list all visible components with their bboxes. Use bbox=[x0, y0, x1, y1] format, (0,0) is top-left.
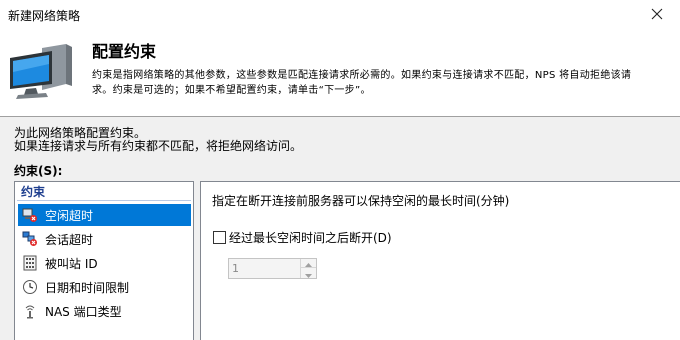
title-bar: 新建网络策略 bbox=[0, 0, 680, 30]
constraint-detail-panel: 指定在断开连接前服务器可以保持空闲的最长时间(分钟) 经过最长空闲时间之后断开(… bbox=[200, 181, 680, 340]
constraints-group-header: 约束 bbox=[17, 183, 191, 201]
idle-minutes-spinner[interactable]: 1 bbox=[228, 258, 317, 279]
session-timeout-icon bbox=[22, 231, 38, 247]
idle-timeout-icon bbox=[22, 207, 38, 223]
close-icon bbox=[651, 8, 663, 23]
spinner-down-button[interactable] bbox=[301, 269, 316, 278]
spinner-value[interactable]: 1 bbox=[232, 262, 239, 275]
chevron-down-icon bbox=[305, 267, 312, 281]
disconnect-after-idle-checkbox[interactable]: 经过最长空闲时间之后断开(D) bbox=[213, 229, 392, 246]
constraint-item-nas-port-type[interactable]: NAS 端口类型 bbox=[18, 300, 191, 322]
spinner-buttons bbox=[300, 259, 316, 278]
page-title: 配置约束 bbox=[92, 42, 157, 61]
constraint-item-called-station-id[interactable]: 被叫站 ID bbox=[18, 252, 191, 274]
constraint-item-date-time-restrictions[interactable]: 日期和时间限制 bbox=[18, 276, 191, 298]
clock-icon bbox=[22, 279, 38, 295]
constraint-item-label: 被叫站 ID bbox=[45, 256, 98, 271]
constraint-item-label: NAS 端口类型 bbox=[45, 304, 122, 319]
description-line-1: 约束是指网络策略的其他参数，这些参数是匹配连接请求所必需的。如果约束与连接请求不… bbox=[92, 70, 632, 81]
nas-port-type-icon bbox=[22, 303, 38, 319]
server-monitor-icon bbox=[8, 44, 74, 104]
constraint-item-label: 会话超时 bbox=[45, 232, 94, 247]
constraint-item-label: 日期和时间限制 bbox=[45, 280, 130, 295]
checkbox-label[interactable]: 经过最长空闲时间之后断开(D) bbox=[229, 229, 392, 246]
page-description: 约束是指网络策略的其他参数，这些参数是匹配连接请求所必需的。如果约束与连接请求不… bbox=[92, 68, 676, 98]
constraint-item-label: 空闲超时 bbox=[45, 208, 94, 223]
constraints-list[interactable]: 约束 空闲超时 会话超时 被叫站 ID 日期和时间限制 NAS 端口类型 bbox=[14, 181, 194, 340]
idle-timeout-prompt: 指定在断开连接前服务器可以保持空闲的最长时间(分钟) bbox=[212, 194, 510, 208]
called-station-id-icon bbox=[22, 255, 38, 271]
wizard-header: 配置约束 约束是指网络策略的其他参数，这些参数是匹配连接请求所必需的。如果约束与… bbox=[0, 30, 680, 116]
window-title: 新建网络策略 bbox=[8, 9, 81, 23]
header-divider bbox=[0, 116, 680, 117]
close-button[interactable] bbox=[634, 0, 680, 30]
description-line-2: 求。约束是可选的；如果不希望配置约束，请单击“下一步”。 bbox=[92, 85, 371, 96]
constraints-label: 约束(S): bbox=[14, 164, 63, 178]
instruction-line-2: 如果连接请求与所有约束都不匹配，将拒绝网络访问。 bbox=[14, 139, 303, 153]
constraint-item-session-timeout[interactable]: 会话超时 bbox=[18, 228, 191, 250]
constraint-item-idle-timeout[interactable]: 空闲超时 bbox=[18, 204, 191, 226]
checkbox-box[interactable] bbox=[213, 231, 226, 244]
